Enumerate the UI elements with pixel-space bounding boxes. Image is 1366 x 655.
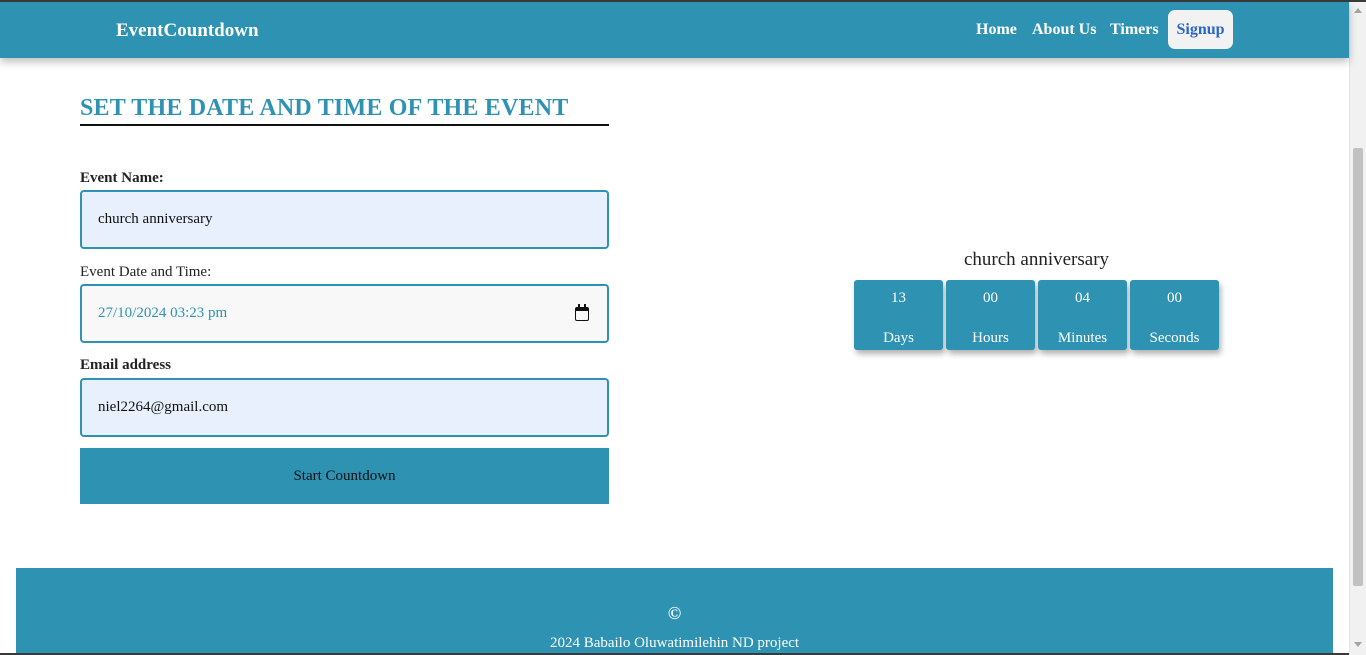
event-name-input[interactable] bbox=[80, 190, 609, 249]
nav-link-home[interactable]: Home bbox=[976, 21, 1017, 39]
countdown-tile-minutes: 04 Minutes bbox=[1038, 280, 1127, 350]
days-label: Days bbox=[883, 330, 914, 346]
days-value: 13 bbox=[891, 290, 906, 306]
scroll-up-arrow-icon[interactable] bbox=[1354, 8, 1362, 13]
countdown-tile-hours: 00 Hours bbox=[946, 280, 1035, 350]
countdown-tile-days: 13 Days bbox=[854, 280, 943, 350]
start-countdown-button[interactable]: Start Countdown bbox=[80, 448, 609, 504]
event-name-label: Event Name: bbox=[80, 170, 164, 186]
scroll-down-arrow-icon[interactable] bbox=[1354, 642, 1362, 647]
seconds-label: Seconds bbox=[1149, 330, 1200, 346]
footer: © 2024 Babailo Oluwatimilehin ND project bbox=[16, 568, 1333, 655]
minutes-label: Minutes bbox=[1057, 330, 1108, 346]
navbar: EventCountdown Home About Us Timers Sign… bbox=[0, 2, 1349, 58]
email-input[interactable] bbox=[80, 378, 609, 437]
event-date-label: Event Date and Time: bbox=[80, 264, 212, 280]
countdown-event-title: church anniversary bbox=[963, 249, 1110, 270]
event-datetime-value: 27/10/2024 03:23 pm bbox=[98, 305, 228, 321]
copyright-icon: © bbox=[667, 603, 682, 623]
brand-logo[interactable]: EventCountdown bbox=[116, 20, 259, 42]
nav-link-timers[interactable]: Timers bbox=[1110, 21, 1159, 39]
hours-label: Hours bbox=[972, 330, 1009, 346]
countdown-tiles: 13 Days 00 Hours 04 Minutes 00 Seconds bbox=[854, 280, 1224, 350]
countdown-tile-seconds: 00 Seconds bbox=[1130, 280, 1219, 350]
event-datetime-input[interactable]: 27/10/2024 03:23 pm bbox=[80, 284, 609, 343]
seconds-value: 00 bbox=[1167, 290, 1182, 306]
footer-text: 2024 Babailo Oluwatimilehin ND project bbox=[549, 635, 800, 651]
nav-link-about-us[interactable]: About Us bbox=[1032, 21, 1096, 39]
email-label: Email address bbox=[80, 357, 171, 373]
form-section-title: SET THE DATE AND TIME OF THE EVENT bbox=[80, 95, 609, 126]
signup-button[interactable]: Signup bbox=[1168, 10, 1233, 49]
hours-value: 00 bbox=[983, 290, 998, 306]
scrollbar-thumb[interactable] bbox=[1353, 148, 1363, 586]
minutes-value: 04 bbox=[1075, 290, 1090, 306]
calendar-icon[interactable] bbox=[575, 303, 589, 321]
vertical-scrollbar[interactable] bbox=[1349, 2, 1366, 655]
